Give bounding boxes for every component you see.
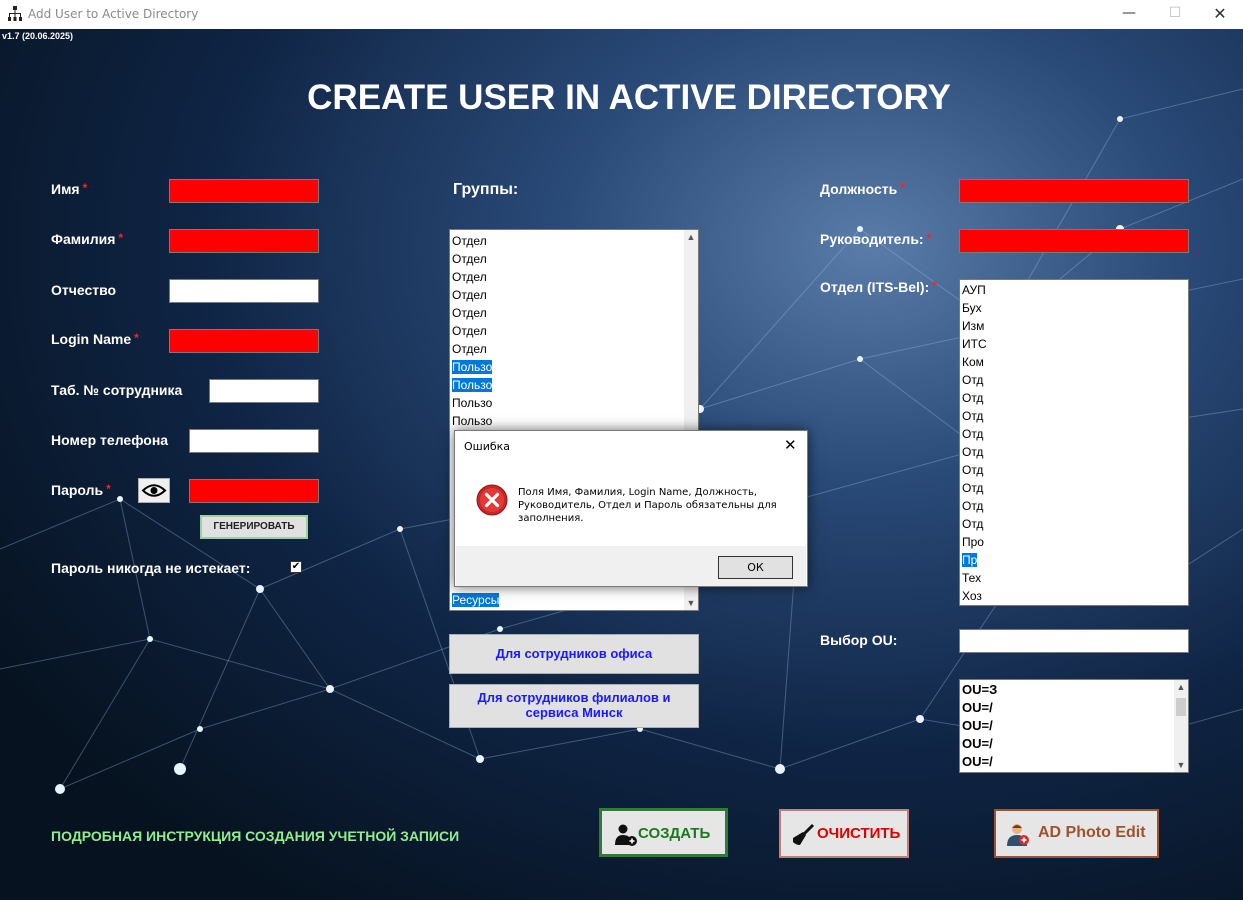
middle-name-label: Отчество [51, 282, 117, 298]
clear-button[interactable]: ОЧИСТИТЬ [779, 809, 909, 858]
list-item[interactable]: Отд [960, 515, 1188, 533]
list-item[interactable]: Бух [960, 299, 1188, 317]
eye-icon [141, 484, 167, 497]
list-item[interactable]: OU=/ [960, 735, 1188, 753]
dialog-ok-button[interactable]: ОК [718, 556, 793, 579]
list-item[interactable]: Отдел [450, 286, 698, 304]
list-item[interactable]: Тех [960, 569, 1188, 587]
list-item[interactable]: Пользо [450, 358, 698, 376]
scroll-up-icon[interactable]: ▲ [1174, 680, 1188, 694]
list-item[interactable]: Про [960, 533, 1188, 551]
list-item[interactable]: АУП [960, 281, 1188, 299]
user-photo-icon [1007, 824, 1029, 846]
branch-staff-button[interactable]: Для сотрудников филиалов и сервиса Минск [449, 684, 699, 728]
error-circle-icon [476, 484, 508, 516]
show-password-button[interactable] [138, 478, 170, 503]
dialog-close-button[interactable]: ✕ [784, 436, 797, 454]
list-item[interactable]: Отд [960, 407, 1188, 425]
ou-field[interactable] [959, 629, 1189, 653]
list-item[interactable]: OU=/ [960, 717, 1188, 735]
ad-photo-edit-button[interactable]: AD Photo Edit [994, 809, 1159, 858]
position-label: Должность * [820, 181, 905, 197]
generate-password-button[interactable]: ГЕНЕРИРОВАТЬ [200, 515, 308, 539]
password-field[interactable] [189, 479, 319, 503]
clear-button-label: ОЧИСТИТЬ [817, 825, 901, 842]
list-item[interactable]: OU=/ [960, 699, 1188, 717]
add-user-icon [615, 824, 637, 846]
minimize-button[interactable]: — [1106, 0, 1152, 29]
dialog-message: Поля Имя, Фамилия, Login Name, Должность… [518, 487, 777, 524]
list-item[interactable]: Отд [960, 443, 1188, 461]
never-expires-checkbox[interactable]: ✔ [290, 561, 302, 573]
list-item[interactable]: Ком [960, 353, 1188, 371]
list-item[interactable]: Отдел [450, 340, 698, 358]
error-dialog: Ошибка ✕ Поля Имя, Фамилия, Login Name, … [454, 430, 808, 587]
dialog-title: Ошибка [464, 440, 511, 453]
login-name-label: Login Name * [51, 331, 139, 347]
create-button[interactable]: СОЗДАТЬ [599, 808, 728, 857]
login-name-field[interactable] [169, 329, 319, 353]
scroll-up-icon[interactable]: ▲ [684, 230, 698, 244]
scroll-down-icon[interactable]: ▼ [1174, 758, 1188, 772]
window-titlebar: Add User to Active Directory — ☐ ✕ [0, 0, 1243, 29]
list-item[interactable]: OU=З [960, 681, 1188, 699]
position-field[interactable] [959, 179, 1189, 203]
window-title: Add User to Active Directory [28, 7, 199, 21]
list-item[interactable]: Отд [960, 389, 1188, 407]
scrollbar-thumb[interactable] [1176, 698, 1186, 716]
password-label: Пароль * [51, 482, 111, 498]
first-name-label: Имя * [51, 181, 88, 197]
employee-id-field[interactable] [209, 379, 319, 403]
ou-label: Выбор OU: [820, 632, 898, 648]
list-item[interactable]: Отдел [450, 322, 698, 340]
list-item[interactable]: Отд [960, 425, 1188, 443]
list-item[interactable]: Отдел [450, 304, 698, 322]
middle-name-field[interactable] [169, 279, 319, 303]
list-item[interactable]: Отд [960, 371, 1188, 389]
first-name-field[interactable] [169, 179, 319, 203]
list-item[interactable]: Хоз [960, 587, 1188, 605]
list-item[interactable]: Пользо [450, 394, 698, 412]
groups-label: Группы: [453, 181, 519, 198]
ad-photo-edit-label: AD Photo Edit [1038, 824, 1146, 841]
broom-icon [793, 823, 815, 845]
office-staff-button[interactable]: Для сотрудников офиса [449, 634, 699, 674]
ou-listbox[interactable]: OU=З OU=/OU=/OU=/OU=/ ▲ ▼ [959, 679, 1189, 773]
never-expires-label: Пароль никогда не истекает: [51, 560, 251, 576]
scroll-down-icon[interactable]: ▼ [684, 596, 698, 610]
list-item[interactable]: Изм [960, 317, 1188, 335]
maximize-button[interactable]: ☐ [1152, 0, 1198, 29]
manager-label: Руководитель: * [820, 231, 932, 247]
page-title: CREATE USER IN ACTIVE DIRECTORY [307, 78, 951, 117]
list-item[interactable]: Пользо [450, 376, 698, 394]
version-label: v1.7 (20.06.2025) [2, 31, 74, 41]
list-item[interactable]: Пользо [450, 412, 698, 430]
list-item[interactable]: Отд [960, 497, 1188, 515]
phone-label: Номер телефона [51, 432, 169, 448]
list-item[interactable]: OU=/ [960, 753, 1188, 771]
department-listbox[interactable]: АУП Бух Изм ИТС Ком Отд Отд Отд Отд Отд Отд Отд Отд О… [959, 279, 1189, 606]
list-item[interactable]: Пр [960, 551, 1188, 569]
department-label: Отдел (ITS-Bel): * [820, 279, 937, 295]
last-name-field[interactable] [169, 229, 319, 253]
manager-field[interactable] [959, 229, 1189, 253]
list-item[interactable]: Отдел [450, 250, 698, 268]
ou-scrollbar[interactable]: ▲ ▼ [1174, 680, 1188, 772]
last-name-label: Фамилия * [51, 231, 124, 247]
close-window-button[interactable]: ✕ [1197, 0, 1243, 29]
network-tree-icon [8, 6, 22, 21]
list-item[interactable]: Отдел [450, 268, 698, 286]
instructions-link[interactable]: ПОДРОБНАЯ ИНСТРУКЦИЯ СОЗДАНИЯ УЧЕТНОЙ ЗА… [51, 828, 459, 844]
phone-field[interactable] [189, 429, 319, 453]
list-item[interactable]: Отдел [450, 232, 698, 250]
list-item[interactable]: ИТС [960, 335, 1188, 353]
list-item[interactable]: Отд [960, 479, 1188, 497]
create-button-label: СОЗДАТЬ [638, 825, 711, 842]
list-item[interactable]: Отд [960, 461, 1188, 479]
list-item[interactable]: Ресурсы [450, 591, 684, 609]
employee-id-label: Таб. № сотрудника [51, 382, 183, 398]
